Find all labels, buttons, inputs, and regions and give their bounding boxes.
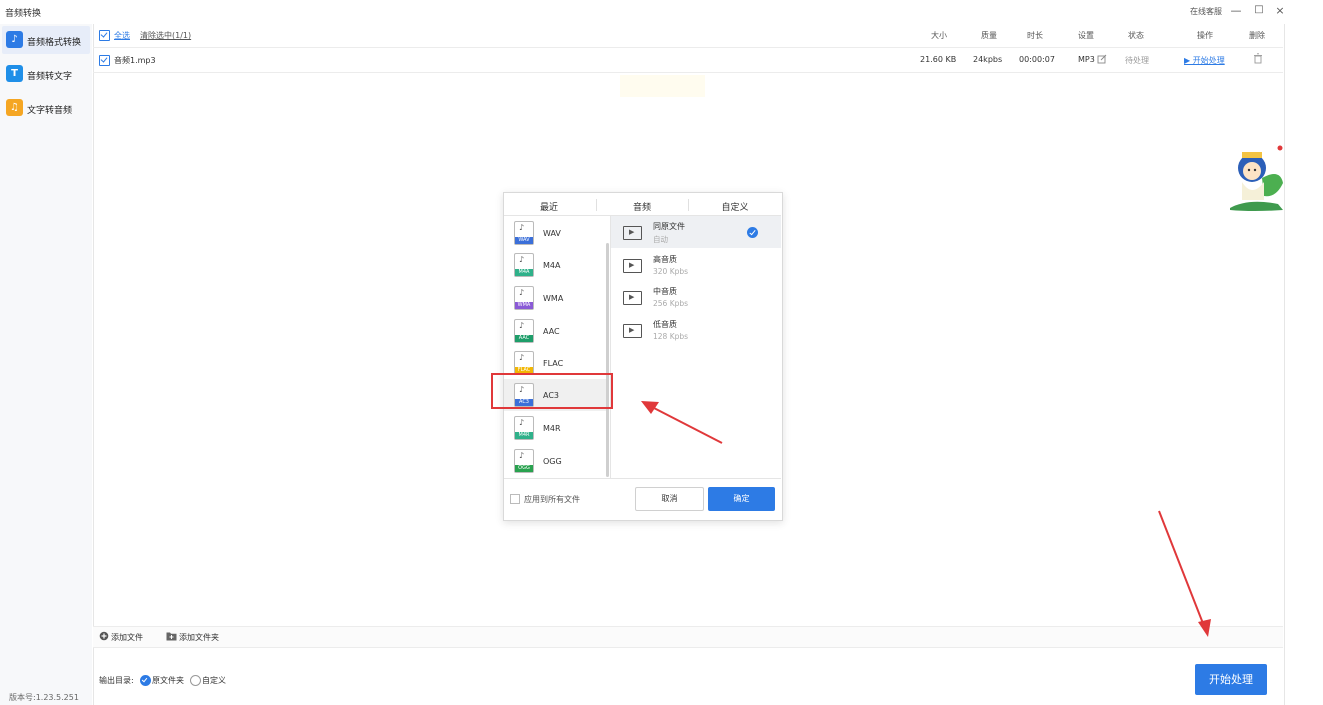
mascot-illustration (1230, 145, 1283, 211)
edit-icon[interactable] (1097, 54, 1107, 64)
select-all-checkbox[interactable] (99, 30, 110, 41)
row-divider (93, 72, 1283, 73)
aac-file-icon: ♪ AAC (514, 319, 534, 343)
audio-to-text-icon: T (6, 65, 23, 82)
quality-subtitle: 320 Kpbs (653, 267, 689, 276)
apply-all-label: 应用到所有文件 (524, 495, 580, 504)
tab-divider (596, 199, 597, 211)
add-circle-icon (99, 631, 109, 641)
row-checkbox[interactable] (99, 55, 110, 66)
video-film-icon (623, 291, 642, 305)
file-name: 音频1.mp3 (114, 56, 156, 65)
clear-selected-link[interactable]: 清除选中(1/1) (140, 30, 191, 41)
column-quality: 质量 (981, 31, 997, 40)
format-label: M4R (543, 424, 561, 433)
sidebar-item-text-to-audio[interactable]: ♫ 文字转音频 (2, 94, 90, 122)
confirm-button[interactable]: 确定 (708, 487, 775, 511)
radio-original-folder-label: 原文件夹 (152, 676, 184, 685)
maximize-button[interactable]: □ (1251, 4, 1267, 15)
video-film-icon (623, 324, 642, 338)
format-setting[interactable]: MP3 (1078, 55, 1095, 64)
status-text: 待处理 (1125, 56, 1149, 65)
format-item-wma[interactable]: ♪ WMA WMA (504, 282, 606, 314)
start-processing-button[interactable]: 开始处理 (1195, 664, 1267, 695)
column-duration: 时长 (1027, 31, 1043, 40)
dialog-footer-divider (504, 478, 781, 479)
radio-original-folder[interactable] (140, 675, 151, 686)
text-to-audio-icon: ♫ (6, 99, 23, 116)
quality-subtitle: 自动 (653, 235, 668, 244)
tab-custom[interactable]: 自定义 (695, 200, 775, 213)
column-delete: 删除 (1249, 31, 1265, 40)
apply-all-checkbox[interactable] (510, 494, 520, 504)
quality-title: 中音质 (653, 287, 677, 296)
tab-audio[interactable]: 音频 (602, 200, 682, 213)
sidebar-item-label: 音频格式转换 (27, 38, 82, 48)
format-label: FLAC (543, 359, 564, 368)
add-file-button[interactable]: 添加文件 (111, 632, 143, 643)
radio-custom-folder-label: 自定义 (202, 676, 226, 685)
video-film-icon (623, 226, 642, 240)
sidebar (0, 24, 92, 705)
quality-title: 低音质 (653, 320, 677, 329)
quality-item-medium[interactable]: 中音质 256 Kpbs (611, 281, 781, 313)
m4r-file-icon: ♪ M4R (514, 416, 534, 440)
trash-icon[interactable] (1253, 53, 1263, 64)
format-item-wav[interactable]: ♪ WAV WAV (504, 217, 606, 249)
file-size: 21.60 KB (920, 55, 957, 64)
format-label: M4A (543, 261, 561, 270)
footer-toolbar (93, 626, 1283, 648)
sidebar-item-label: 文字转音频 (27, 106, 73, 116)
select-all-link[interactable]: 全选 (114, 30, 130, 41)
radio-custom-folder[interactable] (190, 675, 201, 686)
ogg-file-icon: ♪ OGG (514, 449, 534, 473)
format-item-ogg[interactable]: ♪ OGG OGG (504, 445, 606, 477)
wma-file-icon: ♪ WMA (514, 286, 534, 310)
minimize-button[interactable]: — (1228, 4, 1244, 17)
column-settings: 设置 (1078, 31, 1094, 40)
wav-file-icon: ♪ WAV (514, 221, 534, 245)
m4a-file-icon: ♪ M4A (514, 253, 534, 277)
file-quality: 24kpbs (973, 55, 1003, 64)
folder-add-icon (166, 632, 177, 641)
format-label: AAC (543, 327, 560, 336)
format-list-scrollbar[interactable] (606, 243, 609, 477)
format-label: WMA (543, 294, 564, 303)
format-item-aac[interactable]: ♪ AAC AAC (504, 315, 606, 347)
column-status: 状态 (1128, 31, 1144, 40)
flac-file-icon: ♪ FLAC (514, 351, 534, 375)
sidebar-item-audio-to-text[interactable]: T 音频转文字 (2, 60, 90, 88)
tab-divider (688, 199, 689, 211)
quality-item-high[interactable]: 高音质 320 Kpbs (611, 249, 781, 281)
annotation-highlight-box (491, 373, 613, 409)
close-button[interactable]: × (1272, 4, 1288, 17)
quality-title: 高音质 (653, 255, 677, 264)
column-size: 大小 (931, 31, 947, 40)
column-action: 操作 (1197, 31, 1213, 40)
music-convert-icon: ♪ (6, 31, 23, 48)
app-title: 音频转换 (5, 9, 42, 19)
quality-item-low[interactable]: 低音质 128 Kpbs (611, 314, 781, 346)
check-circle-icon (747, 227, 758, 238)
version-label: 版本号:1.23.5.251 (9, 693, 79, 702)
format-label: WAV (543, 229, 561, 238)
quality-subtitle: 128 Kpbs (653, 332, 689, 341)
title-bar (0, 0, 1323, 24)
format-item-m4r[interactable]: ♪ M4R M4R (504, 412, 606, 444)
format-label: OGG (543, 457, 562, 466)
highlight-glow (620, 75, 705, 97)
add-folder-button[interactable]: 添加文件夹 (179, 632, 219, 643)
output-directory-label: 输出目录: (99, 676, 134, 685)
online-support-link[interactable]: 在线客服 (1190, 6, 1222, 17)
video-film-icon (623, 259, 642, 273)
file-duration: 00:00:07 (1019, 55, 1055, 64)
cancel-button[interactable]: 取消 (635, 487, 704, 511)
tab-recent[interactable]: 最近 (509, 200, 589, 213)
quality-title: 同原文件 (653, 222, 685, 231)
format-item-m4a[interactable]: ♪ M4A M4A (504, 249, 606, 281)
start-process-link[interactable]: ▶ 开始处理 (1184, 55, 1225, 66)
sidebar-item-audio-format-convert[interactable]: ♪ 音频格式转换 (2, 26, 90, 54)
sidebar-item-label: 音频转文字 (27, 72, 73, 82)
quality-subtitle: 256 Kpbs (653, 299, 689, 308)
